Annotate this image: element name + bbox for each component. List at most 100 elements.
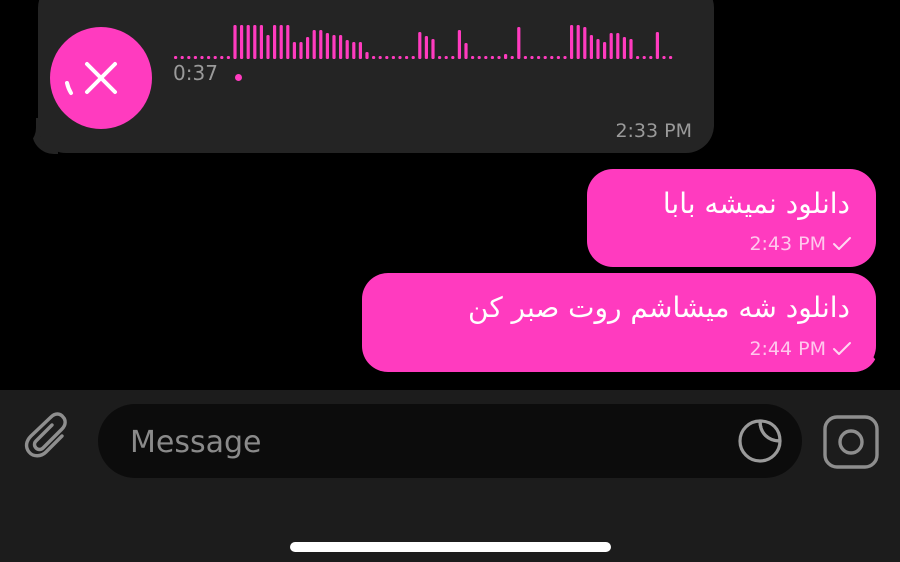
waveform-bar bbox=[226, 56, 230, 59]
camera-icon bbox=[823, 415, 879, 469]
waveform-bar bbox=[642, 56, 646, 59]
waveform-bar bbox=[253, 25, 257, 59]
waveform-bar bbox=[556, 56, 560, 59]
waveform-bar bbox=[352, 42, 356, 59]
waveform-bar bbox=[477, 56, 481, 59]
waveform-bar bbox=[629, 39, 633, 59]
waveform-bar bbox=[259, 25, 263, 59]
message-input-bar bbox=[0, 390, 900, 562]
outgoing-message[interactable]: دانلود شه میشاشم روت صبر کن 2:44 PM bbox=[362, 273, 876, 372]
waveform-bar bbox=[471, 56, 475, 59]
waveform-bar bbox=[464, 43, 468, 59]
waveform-bar bbox=[319, 30, 323, 59]
waveform-bar bbox=[636, 56, 640, 59]
outgoing-message[interactable]: دانلود نمیشه بابا 2:43 PM bbox=[587, 169, 876, 267]
waveform-bar bbox=[438, 56, 442, 59]
message-time: 2:44 PM bbox=[749, 338, 826, 360]
waveform-bar bbox=[213, 56, 217, 59]
waveform-bar bbox=[418, 32, 422, 59]
message-time: 2:43 PM bbox=[749, 233, 826, 255]
waveform-bar bbox=[180, 56, 184, 59]
waveform-bar bbox=[563, 56, 567, 59]
waveform-bar bbox=[279, 25, 283, 59]
unplayed-indicator bbox=[235, 74, 242, 81]
waveform-bar bbox=[372, 56, 376, 59]
waveform-bar bbox=[570, 25, 574, 59]
waveform-bar bbox=[411, 56, 415, 59]
waveform-bar bbox=[596, 39, 600, 59]
waveform-bar bbox=[444, 56, 448, 59]
waveform-bar bbox=[431, 39, 435, 59]
waveform-bar bbox=[537, 56, 541, 59]
waveform-bar bbox=[523, 56, 527, 59]
waveform-bar bbox=[510, 56, 514, 59]
waveform-bar bbox=[220, 56, 224, 59]
waveform-bar bbox=[603, 42, 607, 59]
waveform-bar bbox=[358, 42, 362, 59]
waveform-bar bbox=[233, 25, 237, 59]
waveform-bar bbox=[490, 56, 494, 59]
message-input[interactable] bbox=[128, 404, 722, 480]
check-icon bbox=[833, 237, 851, 250]
waveform-bar bbox=[398, 56, 402, 59]
waveform-bar bbox=[583, 27, 587, 59]
paperclip-icon bbox=[24, 412, 67, 458]
waveform-bar bbox=[299, 42, 303, 59]
waveform-bar bbox=[576, 25, 580, 59]
check-icon bbox=[833, 342, 851, 355]
home-indicator bbox=[290, 542, 611, 552]
waveform-bar bbox=[497, 56, 501, 59]
waveform-bar bbox=[339, 35, 343, 59]
waveform-bar bbox=[655, 32, 659, 59]
voice-message-bubble: 0:37 2:33 PM bbox=[38, 0, 714, 153]
waveform-bar bbox=[669, 56, 673, 59]
sticker-button[interactable] bbox=[736, 417, 784, 465]
waveform-bar bbox=[306, 37, 310, 59]
waveform-bar bbox=[240, 25, 244, 59]
waveform-bar bbox=[484, 56, 488, 59]
message-text: دانلود شه میشاشم روت صبر کن bbox=[468, 291, 850, 324]
waveform-bar bbox=[457, 30, 461, 59]
waveform-bar bbox=[451, 56, 455, 59]
waveform-bar bbox=[312, 30, 316, 59]
camera-button[interactable] bbox=[822, 414, 880, 470]
waveform-bar bbox=[622, 37, 626, 59]
waveform-bar bbox=[273, 25, 277, 59]
sticker-icon bbox=[738, 419, 782, 463]
waveform-bar bbox=[174, 56, 178, 59]
chat-area: 0:37 2:33 PM دانلود نمیشه بابا 2:43 PM د… bbox=[0, 0, 900, 390]
waveform-bar bbox=[405, 56, 409, 59]
waveform-bar bbox=[530, 56, 534, 59]
waveform-bar bbox=[616, 33, 620, 59]
waveform-bar bbox=[550, 56, 554, 59]
waveform-bar bbox=[332, 35, 336, 59]
waveform-bar bbox=[609, 33, 613, 59]
waveform-bar bbox=[504, 54, 508, 59]
waveform-bar bbox=[662, 56, 666, 59]
close-icon bbox=[65, 62, 117, 95]
waveform-bar bbox=[424, 36, 428, 59]
waveform-bar bbox=[589, 35, 593, 59]
waveform-bar bbox=[543, 56, 547, 59]
cancel-download-button[interactable] bbox=[50, 27, 152, 129]
message-meta: 2:44 PM bbox=[749, 338, 852, 360]
waveform-bar bbox=[517, 27, 521, 59]
voice-duration: 0:37 bbox=[173, 61, 218, 85]
message-text: دانلود نمیشه بابا bbox=[662, 187, 850, 220]
waveform-bar bbox=[207, 56, 211, 59]
voice-message-time: 2:33 PM bbox=[615, 120, 692, 142]
waveform-bar bbox=[266, 35, 270, 59]
waveform-bar bbox=[193, 56, 197, 59]
waveform-bar bbox=[286, 25, 290, 59]
waveform-bar bbox=[649, 56, 653, 59]
waveform-bar bbox=[391, 56, 395, 59]
attach-button[interactable] bbox=[22, 412, 76, 466]
voice-waveform[interactable] bbox=[174, 25, 674, 61]
waveform-bar bbox=[385, 56, 389, 59]
waveform-bar bbox=[378, 56, 382, 59]
waveform-bar bbox=[200, 56, 204, 59]
message-field bbox=[98, 404, 802, 480]
waveform-bar bbox=[292, 42, 296, 59]
waveform-bar bbox=[187, 56, 191, 59]
message-meta: 2:43 PM bbox=[749, 233, 852, 255]
